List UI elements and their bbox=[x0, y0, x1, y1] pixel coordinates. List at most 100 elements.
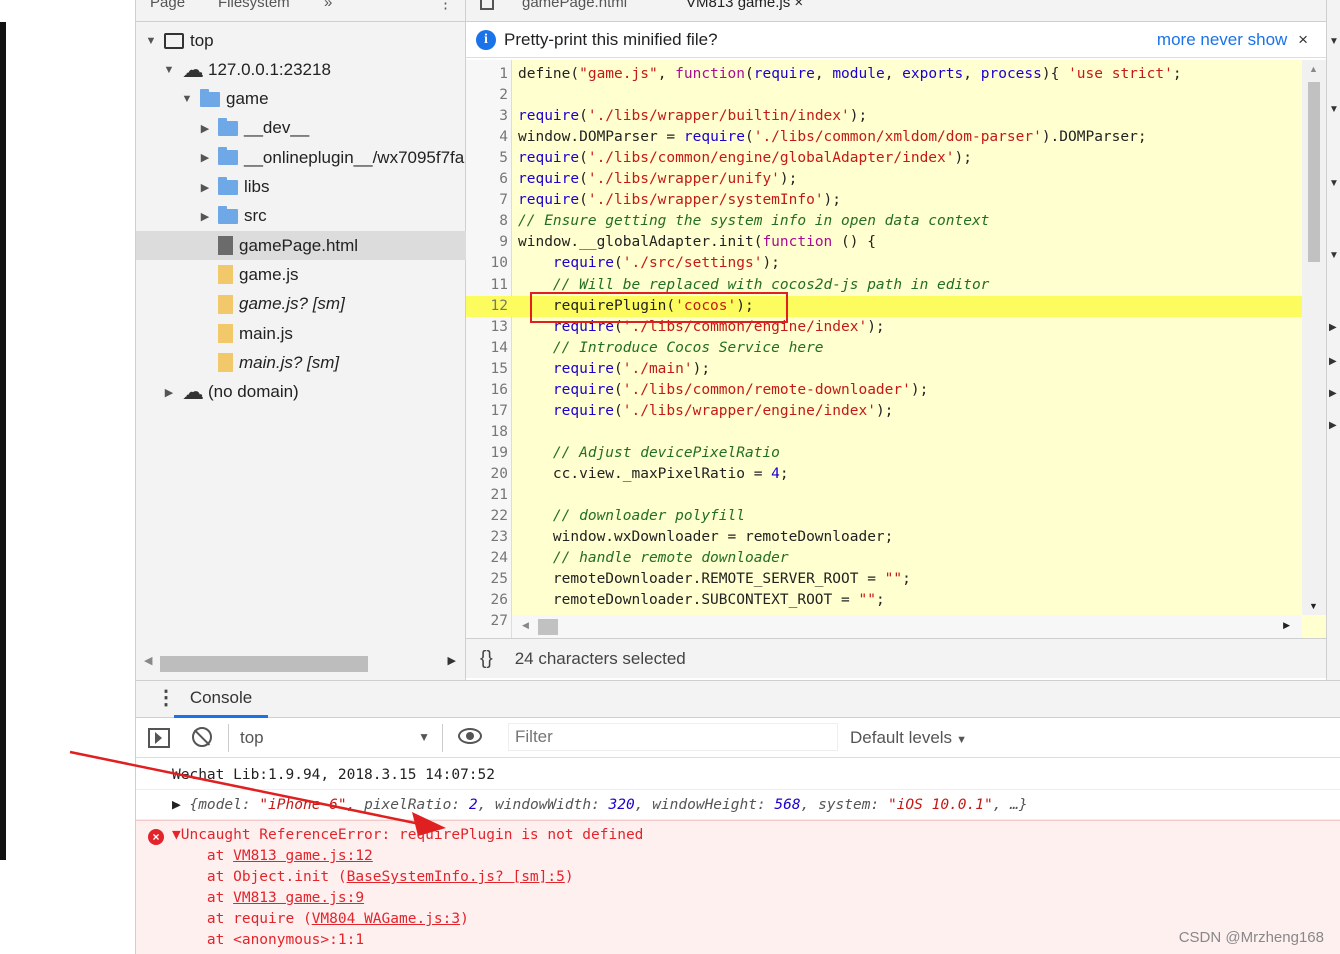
tab-console[interactable]: Console bbox=[174, 681, 268, 718]
tree-item[interactable]: ▶ ☁ (no domain) bbox=[136, 378, 466, 407]
expand-triangle-icon[interactable]: ▶ bbox=[198, 151, 212, 164]
tree-item[interactable]: game.js bbox=[136, 260, 466, 289]
line-number[interactable]: 26 bbox=[466, 590, 508, 611]
never-show-link[interactable]: never show bbox=[1200, 30, 1287, 49]
more-tabs-icon[interactable]: » bbox=[324, 0, 332, 11]
collapse-icon[interactable]: ▶ bbox=[1329, 322, 1337, 333]
line-number[interactable]: 11 bbox=[466, 275, 508, 296]
expand-icon[interactable]: ▼ bbox=[1329, 178, 1339, 189]
scroll-thumb[interactable] bbox=[160, 656, 368, 672]
line-number[interactable]: 19 bbox=[466, 443, 508, 464]
tree-item[interactable]: main.js? [sm] bbox=[136, 348, 466, 377]
line-number[interactable]: 18 bbox=[466, 422, 508, 443]
stack-frame-link[interactable]: BaseSystemInfo.js? [sm]:5 bbox=[347, 869, 565, 885]
line-number[interactable]: 25 bbox=[466, 569, 508, 590]
navigator-menu-icon[interactable]: ⋮ bbox=[438, 0, 453, 12]
scroll-right-icon[interactable]: ▶ bbox=[448, 654, 456, 667]
line-number[interactable]: 13 bbox=[466, 317, 508, 338]
scroll-up-icon[interactable]: ▲ bbox=[1309, 64, 1318, 74]
expand-icon[interactable]: ▼ bbox=[1329, 104, 1339, 115]
tab-page[interactable]: Page bbox=[150, 0, 185, 11]
line-number[interactable]: 24 bbox=[466, 548, 508, 569]
editor-horizontal-scrollbar[interactable]: ◀ ▶ bbox=[512, 615, 1302, 638]
more-link[interactable]: more bbox=[1157, 30, 1196, 49]
expand-triangle-icon[interactable]: ▶ bbox=[162, 386, 176, 399]
line-number[interactable]: 20 bbox=[466, 464, 508, 485]
line-number[interactable]: 5 bbox=[466, 148, 508, 169]
tree-item[interactable]: ▼ top bbox=[136, 26, 466, 55]
context-selector[interactable]: top ▼ bbox=[240, 728, 430, 748]
line-number[interactable]: 4 bbox=[466, 127, 508, 148]
console-object-line[interactable]: ▶ {model: "iPhone 6", pixelRatio: 2, win… bbox=[136, 790, 1340, 820]
expand-triangle-icon[interactable]: ▶ bbox=[198, 181, 212, 194]
drawer-menu-icon[interactable]: ⋮ bbox=[156, 685, 176, 710]
expand-triangle-icon[interactable]: ▶ bbox=[198, 122, 212, 135]
show-console-sidebar-icon[interactable] bbox=[148, 728, 170, 748]
line-number[interactable]: 14 bbox=[466, 338, 508, 359]
stack-frame-link[interactable]: VM813 game.js:12 bbox=[233, 848, 373, 864]
log-levels-dropdown[interactable]: Default levels ▼ bbox=[850, 728, 967, 748]
line-number[interactable]: 2 bbox=[466, 85, 508, 106]
line-number[interactable]: 17 bbox=[466, 401, 508, 422]
code-text: require('./libs/wrapper/builtin/index'); bbox=[518, 108, 868, 125]
expand-icon[interactable]: ▼ bbox=[1329, 36, 1339, 47]
tree-item[interactable]: gamePage.html bbox=[136, 231, 466, 261]
pretty-print-braces-icon[interactable]: {} bbox=[480, 648, 493, 670]
editor-vertical-scrollbar[interactable]: ▲ ▼ bbox=[1302, 60, 1326, 615]
scroll-thumb[interactable] bbox=[1308, 82, 1320, 262]
tree-item[interactable]: ▶ __onlineplugin__/wx7095f7fa bbox=[136, 143, 466, 172]
code-area[interactable]: 1 define("game.js", function(require, mod… bbox=[466, 60, 1326, 638]
line-number[interactable]: 7 bbox=[466, 190, 508, 211]
tree-item[interactable]: ▶ libs bbox=[136, 173, 466, 202]
tree-item[interactable]: game.js? [sm] bbox=[136, 290, 466, 319]
line-number[interactable]: 21 bbox=[466, 485, 508, 506]
expand-triangle-icon[interactable]: ▶ bbox=[198, 210, 212, 223]
collapse-icon[interactable]: ▶ bbox=[1329, 388, 1337, 399]
toggle-navigator-icon[interactable] bbox=[480, 0, 494, 10]
tree-item[interactable]: ▶ __dev__ bbox=[136, 114, 466, 143]
line-number[interactable]: 1 bbox=[466, 64, 508, 85]
line-number[interactable]: 16 bbox=[466, 380, 508, 401]
tree-item[interactable]: main.js bbox=[136, 319, 466, 348]
collapse-icon[interactable]: ▶ bbox=[1329, 356, 1337, 367]
scroll-down-icon[interactable]: ▼ bbox=[1309, 601, 1318, 611]
line-number[interactable]: 23 bbox=[466, 527, 508, 548]
line-number[interactable]: 15 bbox=[466, 359, 508, 380]
collapse-triangle-icon[interactable]: ▼ bbox=[180, 93, 194, 105]
tab-gamepage-html[interactable]: gamePage.html bbox=[522, 0, 627, 11]
code-text: require('./libs/common/engine/index'); bbox=[552, 318, 885, 335]
scroll-thumb[interactable] bbox=[538, 619, 558, 635]
error-message-text[interactable]: ▼Uncaught ReferenceError: requirePlugin … bbox=[172, 825, 643, 846]
tree-item[interactable]: ▶ src bbox=[136, 202, 466, 231]
tree-item[interactable]: ▼ game bbox=[136, 85, 466, 114]
line-number[interactable]: 6 bbox=[466, 169, 508, 190]
line-number[interactable]: 9 bbox=[466, 232, 508, 253]
line-number[interactable]: 3 bbox=[466, 106, 508, 127]
line-number[interactable]: 10 bbox=[466, 253, 508, 274]
line-number[interactable]: 22 bbox=[466, 506, 508, 527]
line-number[interactable]: 27 bbox=[466, 611, 508, 632]
tab-vm813-game-js[interactable]: VM813 game.js × bbox=[686, 0, 803, 11]
console-filter-input[interactable] bbox=[508, 723, 838, 751]
expand-icon[interactable]: ▼ bbox=[1329, 250, 1339, 261]
tab-filesystem[interactable]: Filesystem bbox=[218, 0, 290, 11]
navigator-horizontal-scrollbar[interactable]: ◀ ▶ bbox=[136, 650, 466, 676]
scroll-left-icon[interactable]: ◀ bbox=[144, 654, 152, 667]
scroll-left-icon[interactable]: ◀ bbox=[522, 620, 529, 631]
code-text: define("game.js", function(require, modu… bbox=[518, 66, 1182, 82]
line-number[interactable]: 12 bbox=[466, 296, 508, 317]
collapse-triangle-icon[interactable]: ▼ bbox=[144, 35, 158, 47]
stack-frame-link[interactable]: VM804 WAGame.js:3 bbox=[312, 911, 460, 927]
tree-item-label: __onlineplugin__/wx7095f7fa bbox=[244, 147, 465, 167]
tree-item[interactable]: ▼ ☁ 127.0.0.1:23218 bbox=[136, 55, 466, 84]
code-text: require('./libs/wrapper/systemInfo'); bbox=[518, 192, 842, 209]
clear-console-icon[interactable] bbox=[192, 727, 212, 747]
scroll-right-icon[interactable]: ▶ bbox=[1283, 620, 1290, 631]
live-expression-eye-icon[interactable] bbox=[458, 728, 482, 744]
collapse-triangle-icon[interactable]: ▼ bbox=[162, 64, 176, 76]
stack-frame-link[interactable]: VM813 game.js:9 bbox=[233, 890, 364, 906]
code-text: require('./libs/common/remote-downloader… bbox=[552, 381, 929, 398]
close-icon[interactable]: × bbox=[1298, 30, 1308, 49]
collapse-icon[interactable]: ▶ bbox=[1329, 420, 1337, 431]
line-number[interactable]: 8 bbox=[466, 211, 508, 232]
